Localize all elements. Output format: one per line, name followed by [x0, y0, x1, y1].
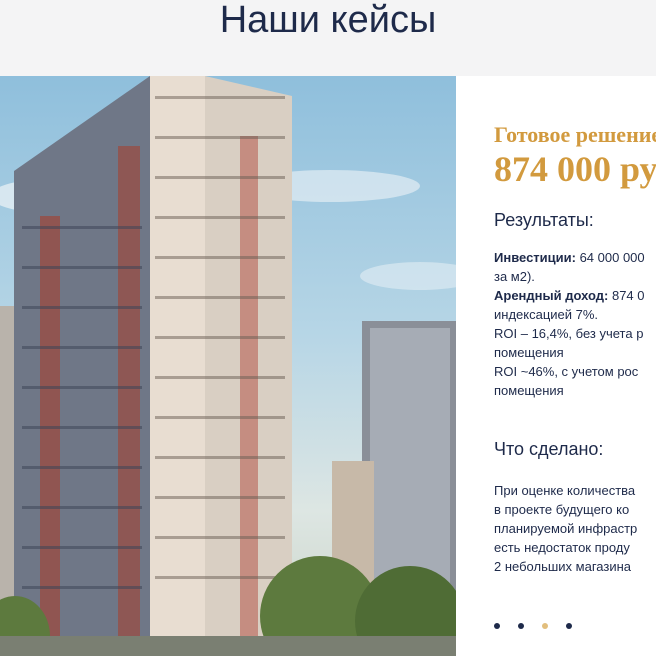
case-details-panel: Готовое решение 874 000 руб Результаты: …: [456, 76, 656, 656]
done-line: в проекте будущего ко: [494, 502, 630, 517]
done-heading: Что сделано:: [494, 439, 604, 459]
case-title: Готовое решение: [494, 122, 656, 147]
done-line: 2 небольших магазина: [494, 559, 631, 574]
results-line: индексацией 7%.: [494, 307, 599, 322]
done-line: При оценке количества: [494, 483, 636, 498]
results-line: Инвестиции: 64 000 000: [494, 250, 645, 265]
results-line: Арендный доход: 874 0: [494, 288, 645, 303]
results-list: Инвестиции: 64 000 000 за м2). Арендный …: [494, 248, 656, 400]
results-line: помещения: [494, 345, 564, 360]
carousel-dot[interactable]: [518, 623, 524, 629]
case-photo: [0, 76, 456, 656]
building-illustration: [0, 76, 456, 656]
done-line: планируемой инфрастр: [494, 521, 638, 536]
results-heading: Результаты:: [494, 210, 594, 230]
results-line: ROI – 16,4%, без учета р: [494, 326, 644, 341]
done-text: При оценке количества в проекте будущего…: [494, 481, 656, 576]
results-line: ROI ~46%, с учетом рос: [494, 364, 639, 379]
results-line: помещения: [494, 383, 564, 398]
carousel-dot[interactable]: [542, 623, 548, 629]
carousel-dot[interactable]: [494, 623, 500, 629]
case-price: 874 000 руб: [494, 149, 656, 189]
section-title: Наши кейсы: [219, 0, 437, 41]
done-line: есть недостаток проду: [494, 540, 630, 555]
carousel-dot[interactable]: [566, 623, 572, 629]
results-line: за м2).: [494, 269, 535, 284]
